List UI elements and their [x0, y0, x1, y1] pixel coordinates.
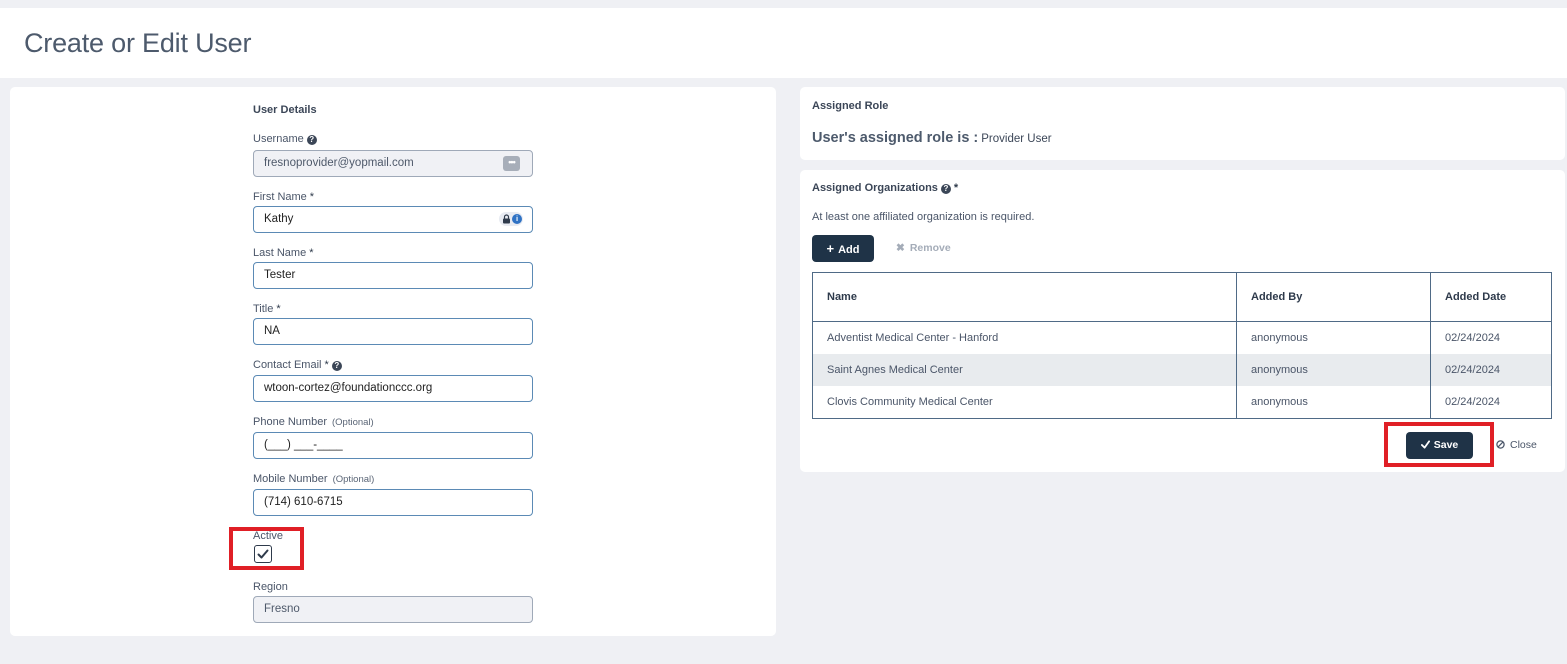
phone-label: Phone Number (Optional): [253, 416, 374, 428]
region-field: Fresno: [253, 596, 533, 623]
user-details-card: User Details Username? fresnoprovider@yo…: [10, 87, 776, 636]
title-input[interactable]: NA: [253, 318, 533, 345]
assigned-role-line: User's assigned role is : Provider User: [812, 129, 1052, 147]
assigned-orgs-card: Assigned Organizations? * At least one af…: [800, 170, 1565, 472]
phone-input[interactable]: (___) ___-____: [253, 432, 533, 459]
page-header: Create or Edit User: [0, 8, 1567, 78]
question-circle-icon[interactable]: ?: [331, 361, 342, 371]
info-icon: i: [512, 214, 522, 224]
question-circle-icon[interactable]: ?: [306, 135, 317, 145]
orgs-required-note: At least one affiliated organization is …: [812, 211, 1035, 223]
first-name-input[interactable]: Kathy i: [253, 206, 533, 233]
user-details-title: User Details: [253, 104, 317, 116]
close-button[interactable]: Close: [1496, 438, 1537, 453]
autofill-icons[interactable]: i: [499, 212, 523, 226]
question-circle-icon[interactable]: ?: [940, 184, 951, 194]
cell-name: Clovis Community Medical Center: [813, 386, 1237, 418]
column-header-name[interactable]: Name: [813, 273, 1237, 321]
x-icon: ✖: [896, 242, 905, 254]
ellipsis-icon[interactable]: •••: [503, 156, 520, 171]
cell-name: Saint Agnes Medical Center: [813, 354, 1237, 386]
last-name-input[interactable]: Tester: [253, 262, 533, 289]
region-label: Region: [253, 581, 288, 593]
assigned-role-value: Provider User: [981, 133, 1052, 145]
mobile-input[interactable]: (714) 610-6715: [253, 489, 533, 516]
cell-added-by: anonymous: [1237, 386, 1431, 418]
cell-added-date: 02/24/2024: [1445, 332, 1501, 344]
assigned-orgs-title: Assigned Organizations? *: [812, 182, 959, 194]
cell-added-date: 02/24/2024: [1445, 396, 1501, 408]
username-field[interactable]: fresnoprovider@yopmail.com •••: [253, 150, 533, 177]
plus-icon: +: [826, 241, 835, 256]
cell-added-by: anonymous: [1237, 322, 1431, 354]
ban-icon: [1496, 440, 1505, 449]
username-label: Username?: [253, 133, 317, 145]
assigned-role-prefix: User's assigned role is :: [812, 130, 979, 146]
contact-email-label: Contact Email *?: [253, 359, 342, 371]
orgs-table: Name Added By Added Date Adventist Medic…: [812, 272, 1552, 419]
assigned-role-title: Assigned Role: [812, 100, 889, 112]
active-highlight-box: [229, 527, 304, 570]
cell-added-date: 02/24/2024: [1445, 364, 1501, 376]
table-row[interactable]: Clovis Community Medical Center anonymou…: [813, 386, 1551, 418]
table-row[interactable]: Adventist Medical Center - Hanford anony…: [813, 322, 1551, 354]
page-title: Create or Edit User: [24, 28, 252, 58]
column-header-added-by[interactable]: Added By: [1237, 273, 1431, 321]
remove-org-button[interactable]: ✖ Remove: [896, 240, 951, 257]
assigned-role-card: Assigned Role User's assigned role is :P…: [800, 87, 1565, 160]
contact-email-input[interactable]: wtoon-cortez@foundationccc.org: [253, 375, 533, 402]
mobile-label: Mobile Number (Optional): [253, 473, 375, 485]
first-name-label: First Name *: [253, 191, 315, 203]
cell-name: Adventist Medical Center - Hanford: [813, 322, 1237, 354]
last-name-label: Last Name *: [253, 247, 314, 259]
add-org-button[interactable]: + Add: [812, 235, 874, 262]
title-label: Title *: [253, 303, 281, 315]
top-strip: [0, 0, 1567, 8]
cell-added-by: anonymous: [1237, 354, 1431, 386]
table-row[interactable]: Saint Agnes Medical Center anonymous 02/…: [813, 354, 1551, 386]
table-header-row: Name Added By Added Date: [813, 273, 1551, 322]
lock-icon: [503, 214, 510, 224]
save-highlight-box: [1384, 422, 1494, 467]
column-header-added-date[interactable]: Added Date: [1431, 273, 1551, 321]
